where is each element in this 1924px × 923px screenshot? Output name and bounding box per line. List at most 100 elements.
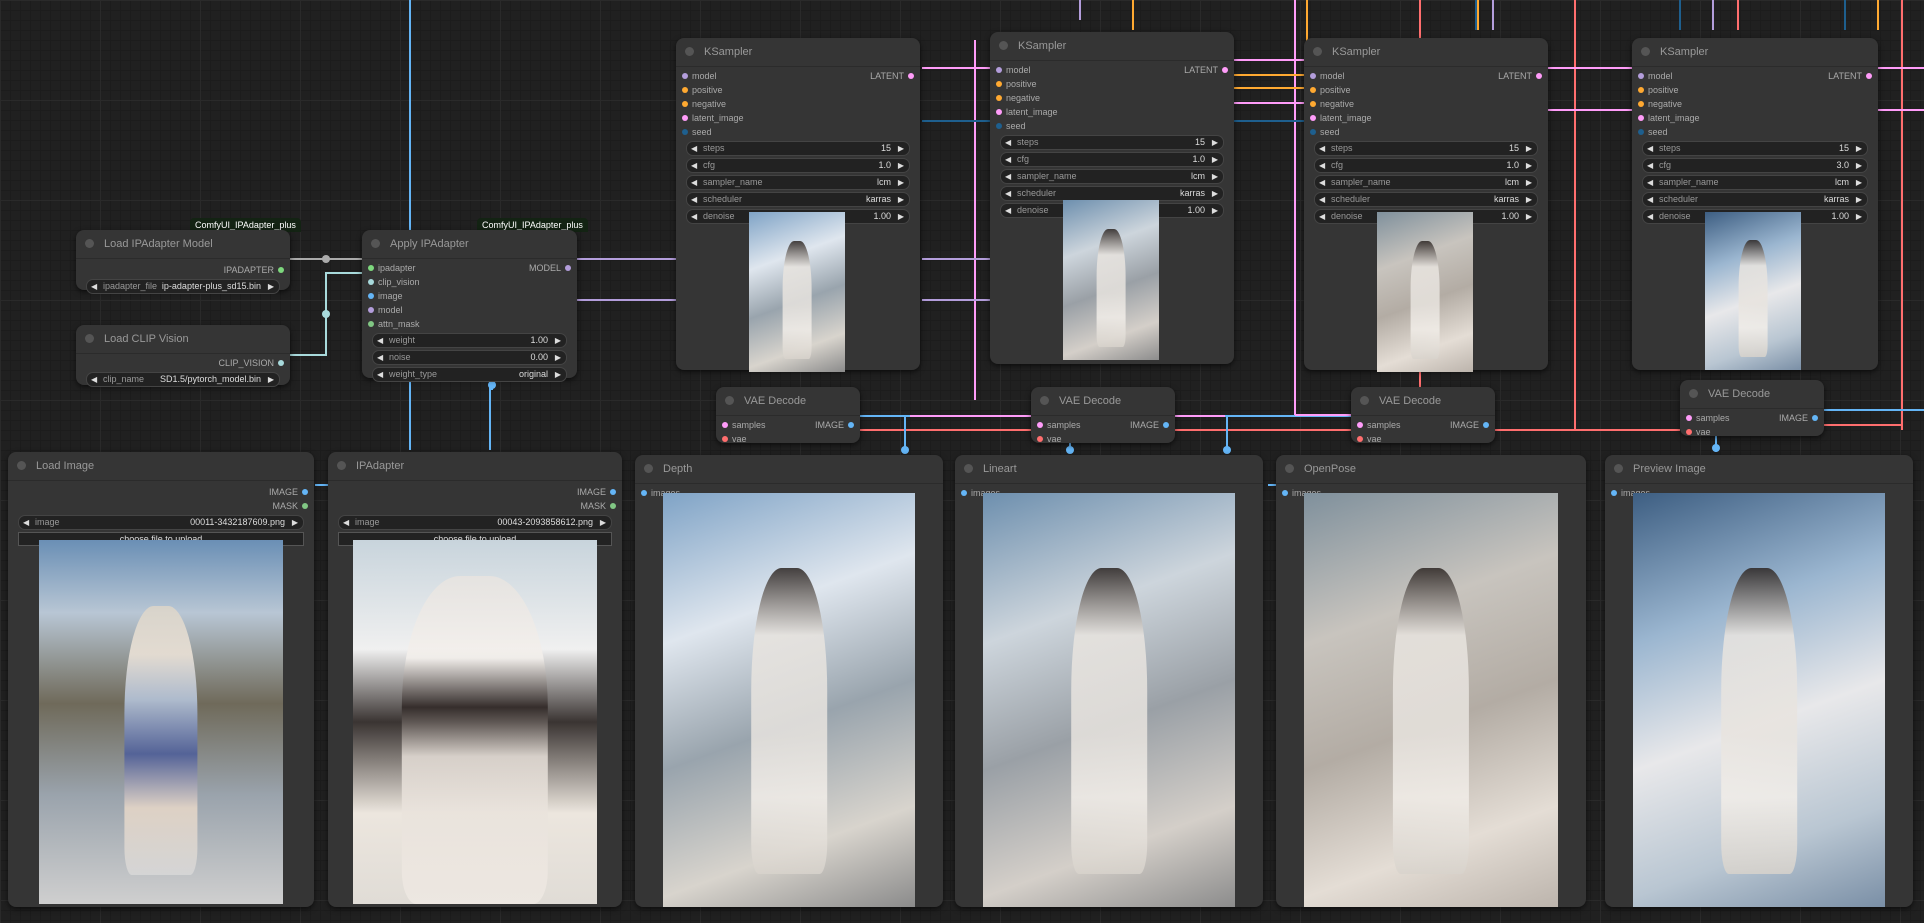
- ksampler-node[interactable]: KSampler model LATENT positive negative …: [676, 38, 920, 372]
- slot-pin-icon[interactable]: [278, 267, 284, 273]
- collapse-dot-icon[interactable]: [1689, 389, 1698, 398]
- output-slot-latent[interactable]: LATENT: [1828, 69, 1878, 83]
- ksampler-node[interactable]: KSampler model LATENT positive negative …: [1632, 38, 1878, 370]
- slot-pin-icon[interactable]: [1310, 115, 1316, 121]
- node-title-bar[interactable]: KSampler: [676, 38, 920, 67]
- slot-pin-icon[interactable]: [996, 81, 1002, 87]
- output-slot-image[interactable]: IMAGE: [328, 485, 622, 499]
- slot-pin-icon[interactable]: [610, 489, 616, 495]
- apply-ipadapter-node[interactable]: Apply IPAdapter ipadapter MODEL clip_vis…: [362, 230, 577, 382]
- input-slot-negative[interactable]: negative: [990, 91, 1234, 105]
- input-slot-seed[interactable]: seed: [990, 119, 1234, 133]
- output-slot-image[interactable]: IMAGE: [815, 418, 860, 432]
- input-slot-latent-image[interactable]: latent_image: [1632, 111, 1878, 125]
- preview-thumbnail[interactable]: [749, 212, 845, 372]
- input-slot-samples[interactable]: samples: [716, 418, 766, 432]
- slot-pin-icon[interactable]: [1686, 429, 1692, 435]
- slot-pin-icon[interactable]: [908, 73, 914, 79]
- input-slot-model[interactable]: model: [990, 63, 1031, 77]
- input-slot-samples[interactable]: samples: [1031, 418, 1081, 432]
- preview-image-node[interactable]: Depth images: [635, 455, 943, 907]
- input-slot-vae[interactable]: vae: [1680, 425, 1824, 439]
- arrow-right-icon[interactable]: ▶: [898, 176, 904, 189]
- slot-pin-icon[interactable]: [368, 293, 374, 299]
- generated-image-preview[interactable]: [1633, 493, 1885, 907]
- load-ipadapter-model-node[interactable]: Load IPAdapter Model IPADAPTER ◀ ipadapte…: [76, 230, 290, 294]
- sampler-name-combo[interactable]: ◀ sampler_name lcm ▶: [686, 175, 910, 190]
- arrow-left-icon[interactable]: ◀: [1319, 193, 1325, 206]
- slot-pin-icon[interactable]: [1222, 67, 1228, 73]
- node-title-bar[interactable]: Depth: [635, 455, 943, 484]
- input-slot-negative[interactable]: negative: [676, 97, 920, 111]
- slot-pin-icon[interactable]: [368, 321, 374, 327]
- slot-pin-icon[interactable]: [1163, 422, 1169, 428]
- arrow-right-icon[interactable]: ▶: [1212, 136, 1218, 149]
- arrow-left-icon[interactable]: ◀: [23, 516, 29, 529]
- slot-pin-icon[interactable]: [996, 123, 1002, 129]
- slot-pin-icon[interactable]: [1638, 87, 1644, 93]
- slot-pin-icon[interactable]: [1638, 115, 1644, 121]
- load-clip-vision-node[interactable]: Load CLIP Vision CLIP_VISION ◀ clip_name S…: [76, 325, 290, 387]
- input-slot-seed[interactable]: seed: [1632, 125, 1878, 139]
- collapse-dot-icon[interactable]: [685, 47, 694, 56]
- output-slot-image[interactable]: IMAGE: [8, 485, 314, 499]
- output-slot-ipadapter[interactable]: IPADAPTER: [76, 263, 290, 277]
- scheduler-combo[interactable]: ◀ scheduler karras ▶: [1642, 192, 1868, 207]
- slot-pin-icon[interactable]: [1310, 129, 1316, 135]
- arrow-right-icon[interactable]: ▶: [1212, 204, 1218, 217]
- arrow-left-icon[interactable]: ◀: [377, 351, 383, 364]
- output-slot-latent[interactable]: LATENT: [1184, 63, 1234, 77]
- output-slot-image[interactable]: IMAGE: [1450, 418, 1495, 432]
- arrow-right-icon[interactable]: ▶: [898, 159, 904, 172]
- collapse-dot-icon[interactable]: [371, 239, 380, 248]
- arrow-right-icon[interactable]: ▶: [1856, 176, 1862, 189]
- node-title-bar[interactable]: Preview Image: [1605, 455, 1913, 484]
- cfg-slider[interactable]: ◀ cfg 3.0 ▶: [1642, 158, 1868, 173]
- slot-pin-icon[interactable]: [1638, 73, 1644, 79]
- collapse-dot-icon[interactable]: [1313, 47, 1322, 56]
- input-slot-seed[interactable]: seed: [1304, 125, 1548, 139]
- output-slot-latent[interactable]: LATENT: [870, 69, 920, 83]
- vae-decode-node[interactable]: VAE Decode samples IMAGE vae: [716, 387, 860, 446]
- arrow-right-icon[interactable]: ▶: [600, 516, 606, 529]
- cfg-slider[interactable]: ◀ cfg 1.0 ▶: [686, 158, 910, 173]
- image-file-combo[interactable]: ◀ image 00011-3432187609.png ▶: [18, 515, 304, 530]
- arrow-right-icon[interactable]: ▶: [898, 142, 904, 155]
- input-slot-vae[interactable]: vae: [716, 432, 860, 446]
- arrow-left-icon[interactable]: ◀: [91, 280, 97, 293]
- arrow-left-icon[interactable]: ◀: [1005, 170, 1011, 183]
- collapse-dot-icon[interactable]: [85, 334, 94, 343]
- output-slot-image[interactable]: IMAGE: [1130, 418, 1175, 432]
- input-slot-latent-image[interactable]: latent_image: [676, 111, 920, 125]
- cfg-slider[interactable]: ◀ cfg 1.0 ▶: [1314, 158, 1538, 173]
- collapse-dot-icon[interactable]: [1040, 396, 1049, 405]
- arrow-right-icon[interactable]: ▶: [268, 373, 274, 386]
- clip-name-combo[interactable]: ◀ clip_name SD1.5/pytorch_model.bin ▶: [86, 372, 280, 387]
- input-slot-model[interactable]: model: [676, 69, 717, 83]
- arrow-right-icon[interactable]: ▶: [1856, 159, 1862, 172]
- arrow-left-icon[interactable]: ◀: [1005, 136, 1011, 149]
- arrow-left-icon[interactable]: ◀: [1647, 193, 1653, 206]
- weight-type-combo[interactable]: ◀ weight_type original ▶: [372, 367, 567, 382]
- input-slot-samples[interactable]: samples: [1680, 411, 1730, 425]
- slot-pin-icon[interactable]: [1357, 422, 1363, 428]
- weight-slider[interactable]: ◀ weight 1.00 ▶: [372, 333, 567, 348]
- ksampler-node[interactable]: KSampler model LATENT positive negative …: [1304, 38, 1548, 372]
- arrow-left-icon[interactable]: ◀: [691, 176, 697, 189]
- loaded-image-preview[interactable]: [353, 540, 597, 904]
- arrow-left-icon[interactable]: ◀: [691, 142, 697, 155]
- ksampler-node[interactable]: KSampler model LATENT positive negative …: [990, 32, 1234, 364]
- input-slot-negative[interactable]: negative: [1632, 97, 1878, 111]
- arrow-left-icon[interactable]: ◀: [91, 373, 97, 386]
- collapse-dot-icon[interactable]: [337, 461, 346, 470]
- image-file-combo[interactable]: ◀ image 00043-2093858612.png ▶: [338, 515, 612, 530]
- arrow-left-icon[interactable]: ◀: [343, 516, 349, 529]
- arrow-left-icon[interactable]: ◀: [1647, 210, 1653, 223]
- arrow-left-icon[interactable]: ◀: [377, 368, 383, 381]
- slot-pin-icon[interactable]: [368, 279, 374, 285]
- input-slot-seed[interactable]: seed: [676, 125, 920, 139]
- input-slot-samples[interactable]: samples: [1351, 418, 1401, 432]
- slot-pin-icon[interactable]: [1037, 422, 1043, 428]
- slot-pin-icon[interactable]: [1037, 436, 1043, 442]
- slot-pin-icon[interactable]: [1638, 129, 1644, 135]
